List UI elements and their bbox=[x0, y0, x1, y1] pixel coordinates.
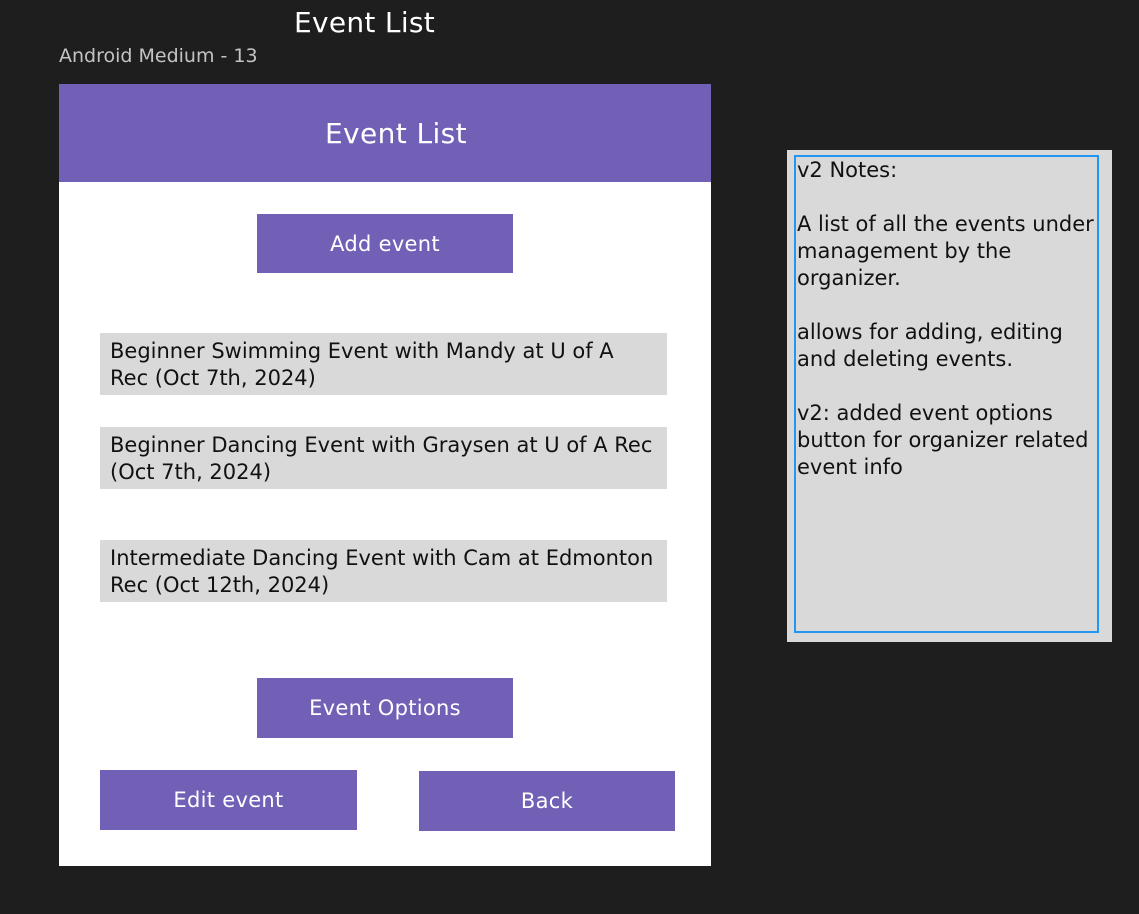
frame-label[interactable]: Android Medium - 13 bbox=[59, 43, 258, 69]
event-options-button[interactable]: Event Options bbox=[257, 678, 513, 738]
app-header: Event List bbox=[59, 84, 711, 182]
notes-heading: v2 Notes: bbox=[797, 158, 898, 182]
notes-paragraph: allows for adding, editing and deleting … bbox=[797, 320, 1063, 371]
event-list-item[interactable]: Beginner Dancing Event with Graysen at U… bbox=[100, 427, 667, 489]
edit-event-button[interactable]: Edit event bbox=[100, 770, 357, 830]
add-event-button[interactable]: Add event bbox=[257, 214, 513, 273]
notes-paragraph: A list of all the events under managemen… bbox=[797, 212, 1094, 290]
notes-text-box[interactable]: v2 Notes: A list of all the events under… bbox=[794, 155, 1099, 633]
event-list-item[interactable]: Intermediate Dancing Event with Cam at E… bbox=[100, 540, 667, 602]
phone-frame: Event List Add event Beginner Swimming E… bbox=[59, 84, 711, 866]
notes-paragraph: v2: added event options button for organ… bbox=[797, 401, 1089, 479]
app-header-title: Event List bbox=[324, 116, 468, 150]
back-button[interactable]: Back bbox=[419, 771, 675, 831]
canvas-title: Event List bbox=[294, 6, 436, 39]
notes-panel[interactable]: v2 Notes: A list of all the events under… bbox=[787, 150, 1112, 642]
event-list-item[interactable]: Beginner Swimming Event with Mandy at U … bbox=[100, 333, 667, 395]
